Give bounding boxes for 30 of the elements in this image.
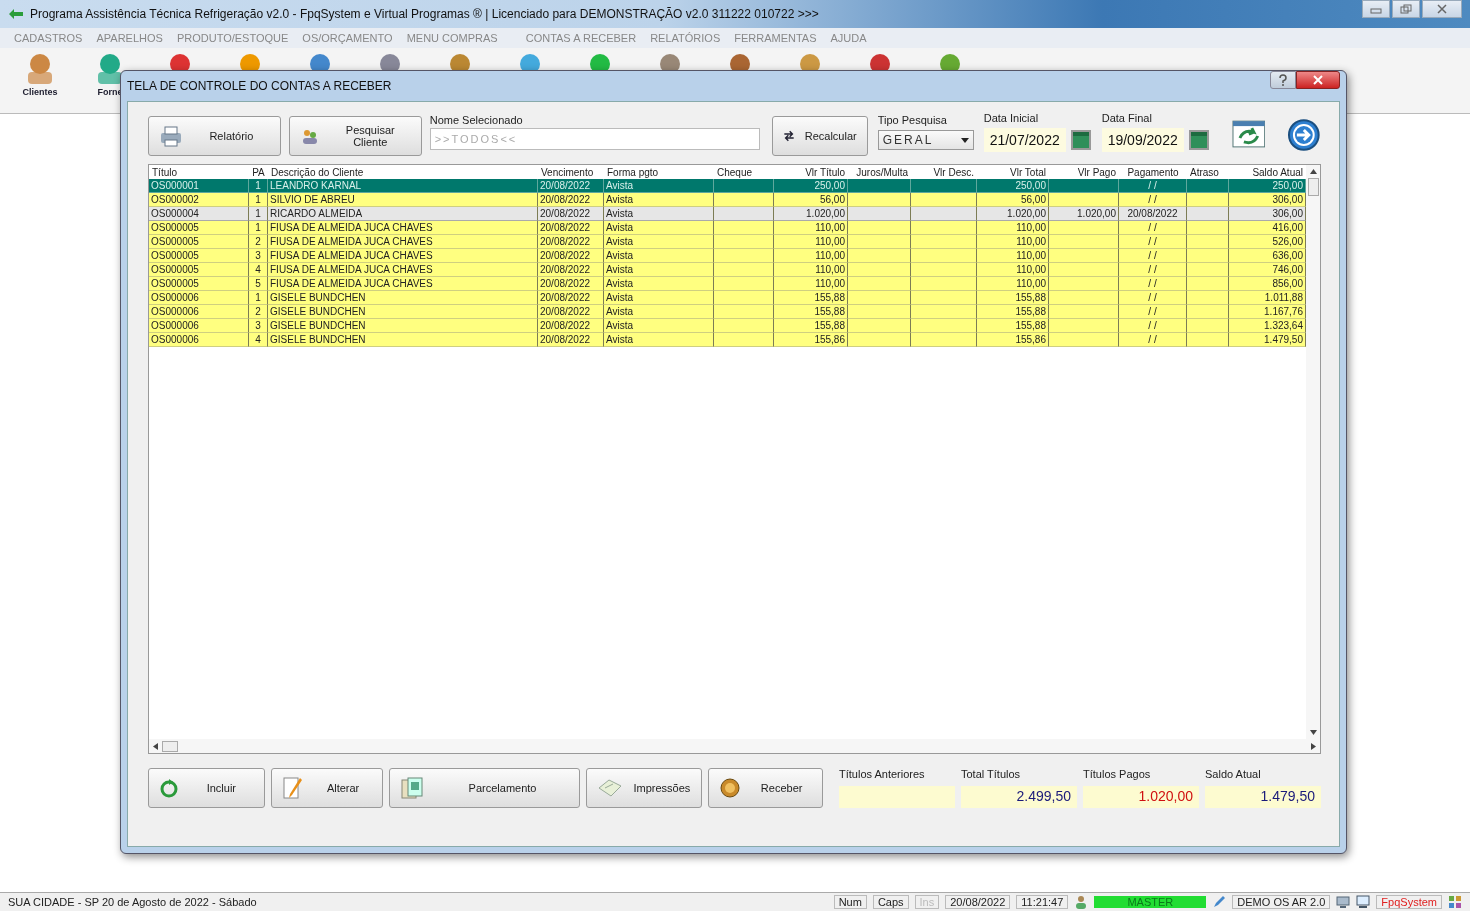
status-time: 11:21:47: [1016, 895, 1069, 909]
dialog-title: TELA DE CONTROLE DO CONTAS A RECEBER: [127, 79, 392, 93]
table-cell: GISELE BUNDCHEN: [268, 333, 538, 347]
key-indicator: Num: [833, 895, 867, 909]
table-cell: / /: [1119, 333, 1187, 347]
field-label: Tipo Pesquisa: [877, 114, 948, 126]
table-cell: 155,86: [774, 333, 848, 347]
status-system: DEMO OS AR 2.0: [1232, 895, 1331, 909]
table-cell: OS000006: [149, 333, 249, 347]
status-location: SUA CIDADE - SP 20 de Agosto de 2022 - Sábado: [8, 896, 258, 908]
field-label: Nome Selecionado: [429, 114, 524, 126]
field-label: Data Inicial: [983, 112, 1040, 124]
table-cell: 4: [249, 333, 268, 347]
total-field: 2.499,50: [961, 786, 1077, 808]
field-label: Data Final: [1101, 112, 1153, 124]
key-indicator: Caps: [872, 895, 909, 909]
status-date: 20/08/2022: [945, 895, 1011, 909]
table-cell: Avista: [604, 333, 714, 347]
window-title: Programa Assistência Técnica Refrigeração v2.0 - FpqSystem e Virtual Programas ® | Licenciado para DEMONSTRAÇÃO v2.0 311222 010722 >>>: [30, 7, 819, 21]
table-cell: 155,86: [977, 333, 1049, 347]
total-field: 1.479,50: [1205, 786, 1321, 808]
total-label: Saldo Atual: [1205, 768, 1262, 780]
total-label: Total Títulos: [961, 768, 1022, 780]
total-label: Títulos Pagos: [1083, 768, 1152, 780]
table-cell: 20/08/2022: [538, 333, 604, 347]
status-brand: FpqSystem: [1376, 895, 1442, 909]
status-user: MASTER: [1094, 896, 1207, 908]
total-label: Títulos Anteriores: [839, 768, 926, 780]
toolbar-label: Clientes: [22, 87, 58, 97]
total-field: 1.020,00: [1083, 786, 1199, 808]
